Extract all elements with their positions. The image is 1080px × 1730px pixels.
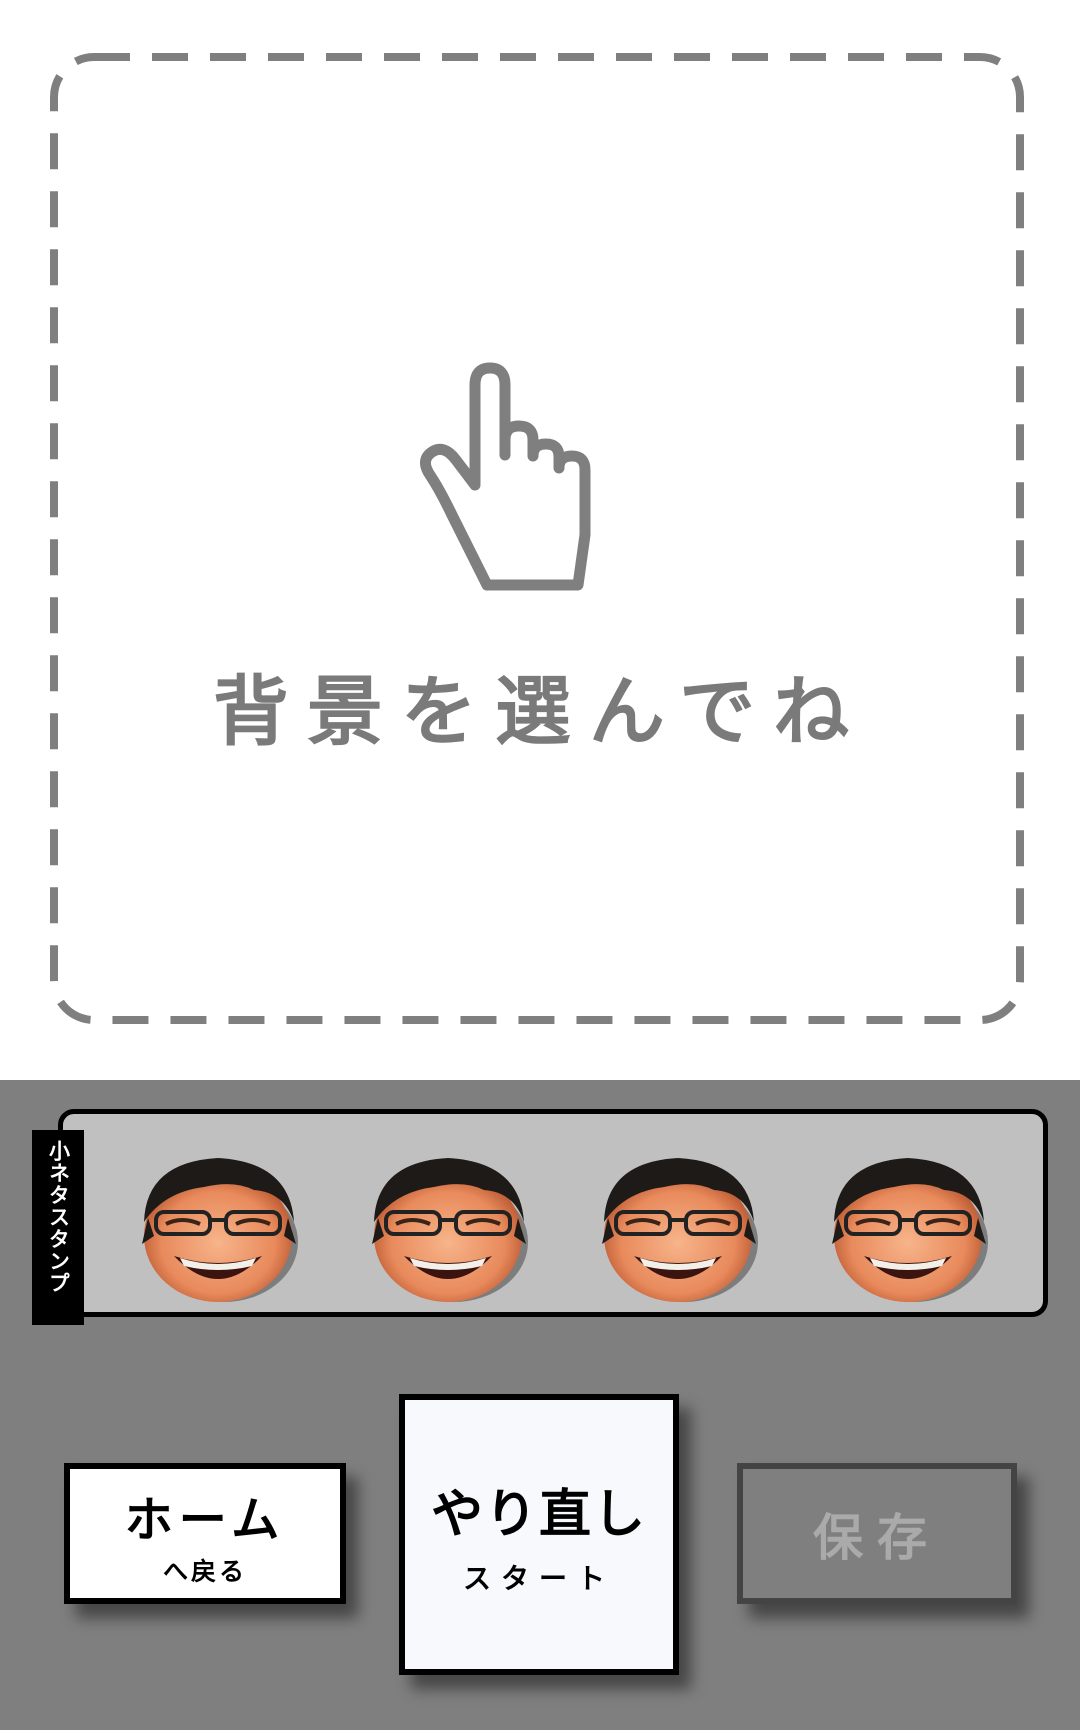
redo-button[interactable]: やり直し スタート: [399, 1394, 679, 1675]
background-select-area[interactable]: 背景を選んでね: [0, 0, 1080, 1080]
laughing-face-stamp-3[interactable]: [594, 1152, 762, 1308]
laughing-face-stamp-1[interactable]: [134, 1152, 302, 1308]
redo-button-sublabel: スタート: [462, 1562, 615, 1595]
save-button-label: 保存: [813, 1508, 941, 1567]
save-button[interactable]: 保存: [737, 1463, 1017, 1604]
redo-button-label: やり直し: [430, 1485, 647, 1545]
pointing-hand-icon: [420, 362, 591, 591]
home-button-label: ホーム: [124, 1491, 286, 1548]
home-button-sublabel: へ戻る: [162, 1556, 247, 1586]
stamp-category-label: 小ネタスタンプ: [46, 1140, 71, 1294]
stamp-category-tab[interactable]: 小ネタスタンプ: [32, 1130, 84, 1325]
select-background-prompt: 背景を選んでね: [212, 667, 868, 756]
laughing-face-stamp-4[interactable]: [824, 1152, 992, 1308]
laughing-face-stamp-2[interactable]: [364, 1152, 532, 1308]
home-button[interactable]: ホーム へ戻る: [64, 1463, 346, 1604]
bottom-toolbar: 小ネタスタンプ ホーム へ戻る やり直し スタート 保存: [0, 1080, 1080, 1730]
